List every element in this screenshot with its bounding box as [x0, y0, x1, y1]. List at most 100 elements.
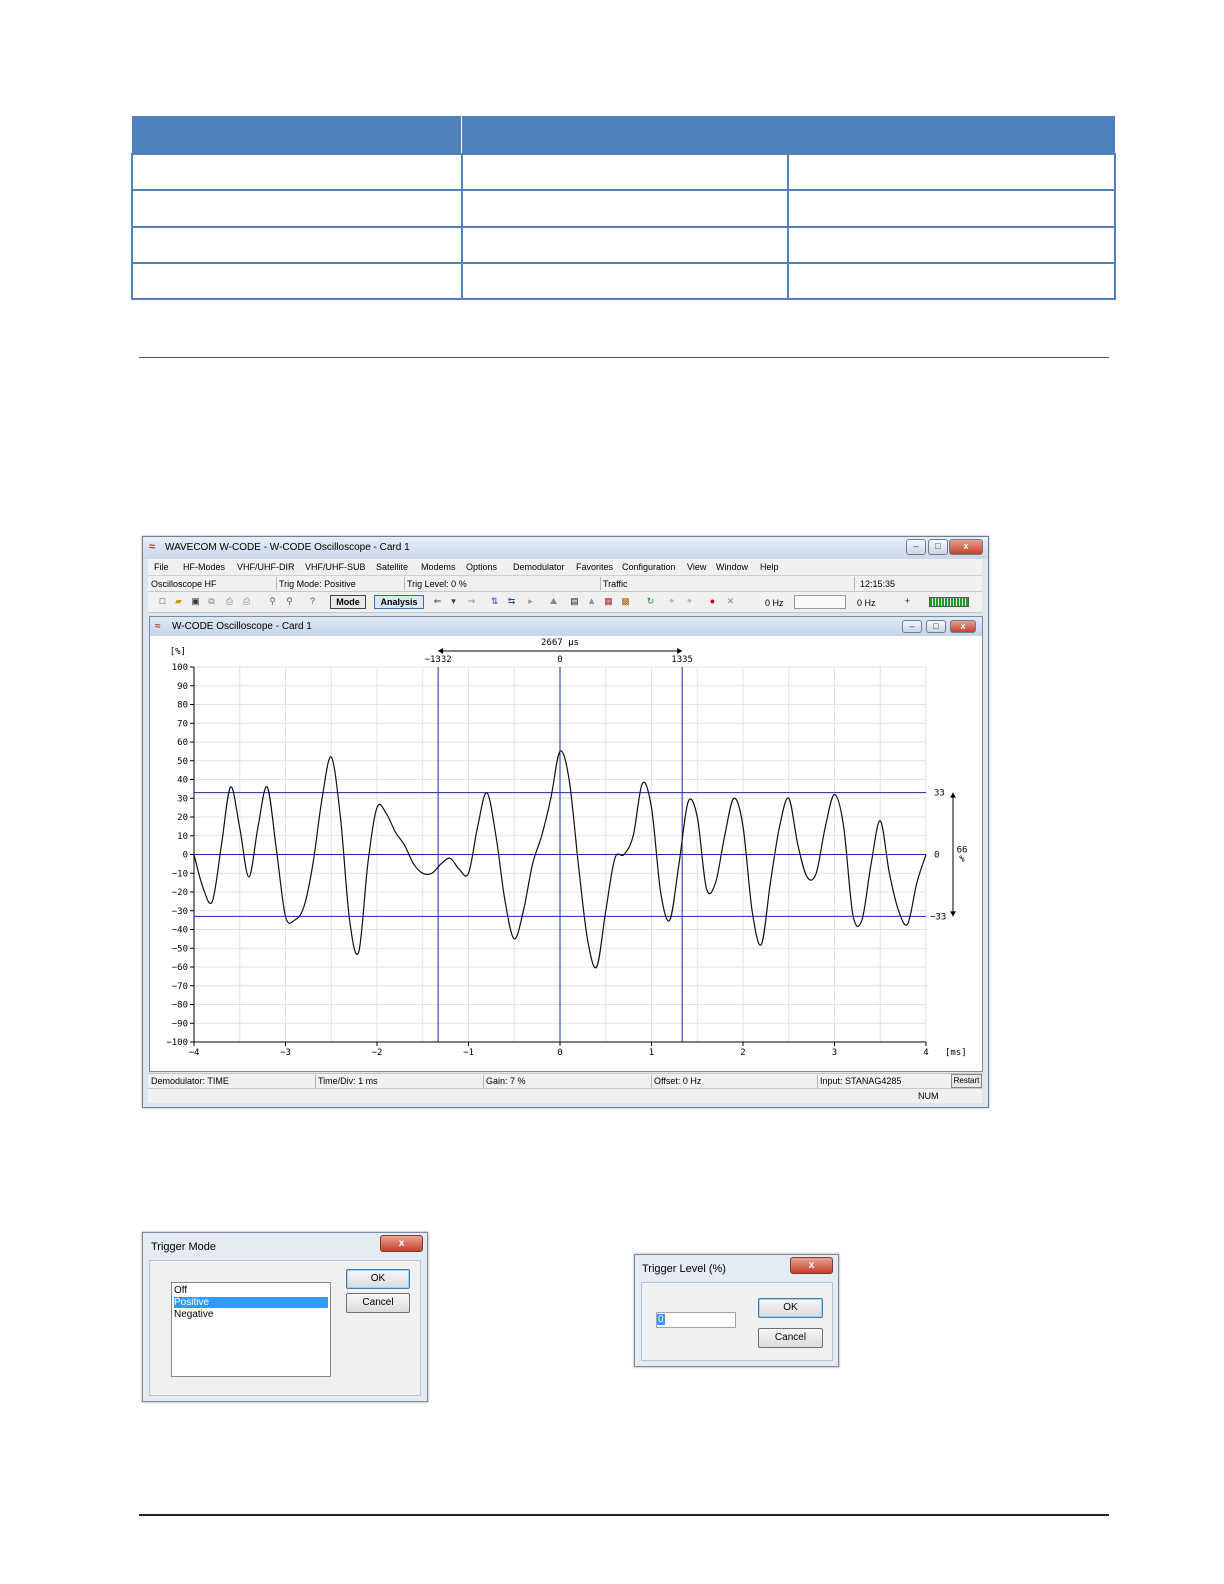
analysis-button[interactable]: Analysis — [374, 595, 424, 609]
arrow-down-icon[interactable]: ▾ — [448, 596, 459, 607]
arrow-left-icon[interactable]: ⇐ — [432, 596, 443, 607]
demodulator-status: Demodulator: TIME — [151, 1076, 229, 1086]
refresh-icon[interactable]: ↻ — [645, 596, 656, 607]
x-tick-label: 0 — [557, 1048, 562, 1058]
play-icon[interactable]: ▸ — [525, 596, 536, 607]
list-item-off[interactable]: Off — [174, 1285, 187, 1296]
dialog-close-button[interactable]: x — [380, 1235, 423, 1252]
trigger-level-input[interactable]: 0 — [656, 1312, 736, 1328]
y-tick-label: 0 — [183, 851, 188, 861]
sync-alt-icon[interactable]: ⇆ — [506, 596, 517, 607]
gain-status: Gain: 7 % — [486, 1076, 526, 1086]
menu-vhf-uhf-dir[interactable]: VHF/UHF-DIR — [237, 562, 295, 572]
cursor-span-label: 2667 μs — [541, 638, 579, 648]
screen-icon[interactable]: ▤ — [569, 596, 580, 607]
window-title: WAVECOM W-CODE - W-CODE Oscilloscope - C… — [165, 542, 410, 553]
open-icon[interactable]: ▰ — [173, 596, 184, 607]
plus-icon[interactable]: + — [902, 596, 913, 607]
menu-options[interactable]: Options — [466, 562, 497, 572]
cancel-button[interactable]: Cancel — [758, 1328, 823, 1348]
ok-button[interactable]: OK — [346, 1269, 410, 1289]
status-bar: Demodulator: TIME Time/Div: 1 ms Gain: 7… — [148, 1073, 982, 1088]
ok-button[interactable]: OK — [758, 1298, 823, 1318]
table-cell — [787, 153, 1116, 192]
arrow-right-icon[interactable]: ⇒ — [466, 596, 477, 607]
num-lock-indicator: NUM — [918, 1091, 939, 1101]
window-title-bar[interactable]: ≈ WAVECOM W-CODE - W-CODE Oscilloscope -… — [143, 537, 988, 559]
menu-hf-modes[interactable]: HF-Modes — [183, 562, 225, 572]
cancel-button[interactable]: Cancel — [346, 1293, 410, 1313]
x-tick-label: −1 — [463, 1048, 474, 1058]
y-tick-label: 10 — [177, 832, 188, 842]
menu-configuration[interactable]: Configuration — [622, 562, 676, 572]
maximize-button[interactable]: □ — [928, 539, 948, 555]
help-icon[interactable]: ? — [307, 596, 318, 607]
y-tick-label: 30 — [177, 794, 188, 804]
menu-satellite[interactable]: Satellite — [376, 562, 408, 572]
separator — [276, 577, 277, 590]
y-tick-label: 60 — [177, 738, 188, 748]
input-status: Input: STANAG4285 — [820, 1076, 902, 1086]
rec-off-icon[interactable]: ⌖ — [684, 596, 695, 607]
oscilloscope-plot[interactable]: 1009080706050403020100−10−20−30−40−50−60… — [150, 636, 982, 1071]
print-icon[interactable]: ⎙ — [224, 596, 235, 607]
menu-window[interactable]: Window — [716, 562, 748, 572]
y-tick-label: 20 — [177, 813, 188, 823]
list-item-positive[interactable]: Positive — [174, 1297, 328, 1308]
y-tick-label: 90 — [177, 682, 188, 692]
y-tick-label: −70 — [172, 982, 188, 992]
sync-icon[interactable]: ⇅ — [489, 596, 500, 607]
pattern-icon[interactable]: ▩ — [620, 596, 631, 607]
frequency-slider[interactable] — [794, 595, 846, 609]
level-span-unit: % — [959, 855, 965, 865]
menu-vhf-uhf-sub[interactable]: VHF/UHF-SUB — [305, 562, 366, 572]
table-row — [131, 261, 1116, 301]
new-icon[interactable]: □ — [157, 596, 168, 607]
dialog-title: Trigger Level (%) — [642, 1263, 726, 1275]
menu-file[interactable]: File — [154, 562, 169, 572]
list-item-negative[interactable]: Negative — [174, 1309, 213, 1320]
menu-demodulator[interactable]: Demodulator — [513, 562, 565, 572]
y-tick-label: −50 — [172, 944, 188, 954]
table-cell — [460, 225, 790, 264]
table-cell — [460, 189, 790, 228]
grid-icon[interactable]: ▦ — [603, 596, 614, 607]
mode-button[interactable]: Mode — [330, 595, 366, 609]
save-icon[interactable]: ▣ — [190, 596, 201, 607]
child-title-bar[interactable]: ≈ W-CODE Oscilloscope - Card 1 – □ x — [150, 617, 982, 636]
print-preview-icon[interactable]: ⎙ — [241, 596, 252, 607]
table-cell — [787, 261, 1116, 301]
dialog-body: 0 OK Cancel — [641, 1282, 833, 1361]
x-tick-label: 4 — [923, 1048, 928, 1058]
dialog-close-button[interactable]: x — [790, 1257, 833, 1274]
menu-view[interactable]: View — [687, 562, 706, 572]
y-tick-label: −10 — [172, 869, 188, 879]
rec-icon[interactable]: ● — [707, 596, 718, 607]
y-tick-label: −60 — [172, 963, 188, 973]
trigger-mode-list[interactable]: Off Positive Negative — [171, 1282, 331, 1377]
y-tick-label: −80 — [172, 1001, 188, 1011]
child-maximize-button[interactable]: □ — [926, 620, 946, 633]
restart-button[interactable]: Restart — [951, 1074, 982, 1088]
record-icon[interactable]: ⌖ — [666, 596, 677, 607]
table-cell — [131, 153, 463, 192]
child-minimize-button[interactable]: – — [902, 620, 922, 633]
tuning-icon[interactable]: ⩓ — [586, 596, 597, 607]
menu-modems[interactable]: Modems — [421, 562, 456, 572]
minimize-button[interactable]: – — [906, 539, 926, 555]
stop-icon[interactable]: ✕ — [725, 596, 736, 607]
close-button[interactable]: x — [949, 539, 983, 555]
table-header-cell — [132, 116, 462, 155]
find-icon[interactable]: ⚲ — [267, 596, 278, 607]
menu-favorites[interactable]: Favorites — [576, 562, 613, 572]
child-close-button[interactable]: x — [950, 620, 976, 633]
data-table — [131, 116, 1116, 301]
find-next-icon[interactable]: ⚲ — [284, 596, 295, 607]
y-tick-label: −90 — [172, 1019, 188, 1029]
copy-icon[interactable]: ⧉ — [206, 596, 217, 607]
x-tick-label: −4 — [189, 1048, 200, 1058]
cursor-right-label: 1335 — [671, 655, 693, 665]
menu-bar: File HF-Modes VHF/UHF-DIR VHF/UHF-SUB Sa… — [148, 559, 982, 576]
mountain-icon[interactable]: ⛰ — [548, 596, 559, 607]
menu-help[interactable]: Help — [760, 562, 779, 572]
